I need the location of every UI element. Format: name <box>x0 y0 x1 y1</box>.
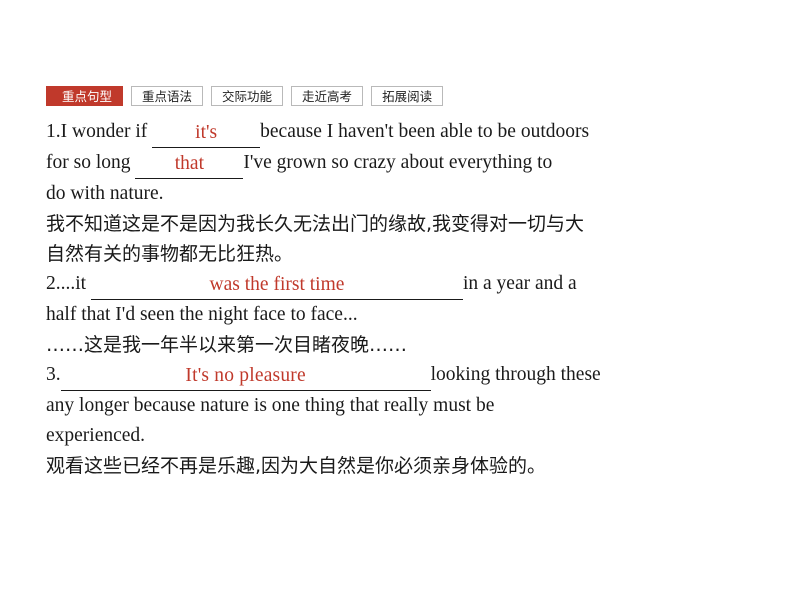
item-1-cn-line-2: 自然有关的事物都无比狂热。 <box>46 243 294 265</box>
item-1-text-pre: 1.I wonder if <box>46 121 153 142</box>
item-1-line-3: do with nature. <box>46 183 164 204</box>
tab-communication[interactable]: 交际功能 <box>211 86 284 106</box>
item-3-blank-1[interactable]: It's no pleasure <box>60 360 431 391</box>
item-2-line-2: half that I'd seen the night face to fac… <box>46 304 358 325</box>
item-1-line2-pre: for so long <box>46 152 136 173</box>
item-2-text-pre: 2....it <box>46 273 91 294</box>
item-1-cn-line-1: 我不知道这是不是因为我长久无法出门的缘故,我变得对一切与大 <box>46 213 585 235</box>
item-1-line2-post: I've grown so crazy about everything to <box>243 152 553 173</box>
item-3-cn-line-1: 观看这些已经不再是乐趣,因为大自然是你必须亲身体验的。 <box>46 455 547 477</box>
item-3-text-post: looking through these <box>430 364 601 385</box>
item-1-text-post: because I haven't been able to be outdoo… <box>260 121 590 142</box>
tab-key-grammar[interactable]: 重点语法 <box>131 86 204 106</box>
item-2-cn-line-1: ……这是我一年半以来第一次目睹夜晚…… <box>46 334 408 356</box>
item-3-line-3: experienced. <box>46 425 146 446</box>
item-1-answer-1: it's <box>195 122 218 143</box>
content-body: 1.I wonder if it's because I haven't been… <box>46 117 752 481</box>
item-3-text-pre: 3. <box>46 364 61 385</box>
tab-gaokao[interactable]: 走近高考 <box>291 86 364 106</box>
item-1-line-1: 1.I wonder if it's because I haven't been… <box>46 117 752 148</box>
item-2-text-post: in a year and a <box>462 273 577 294</box>
item-2-answer-1: was the first time <box>209 274 345 295</box>
item-2-line-1: 2....it was the first time in a year and … <box>46 269 752 300</box>
item-2-blank-1[interactable]: was the first time <box>90 269 463 300</box>
page-root: 重点句型 重点语法 交际功能 走近高考 拓展阅读 1.I wonder if i… <box>0 0 800 600</box>
tab-key-sentences[interactable]: 重点句型 <box>51 86 124 106</box>
item-1-answer-2: that <box>174 153 204 174</box>
item-1-blank-1[interactable]: it's <box>152 117 261 148</box>
item-3-line-1: 3. It's no pleasure looking through these <box>46 360 752 391</box>
tab-bar: 重点句型 重点语法 交际功能 走近高考 拓展阅读 <box>46 86 451 106</box>
item-1-blank-2[interactable]: that <box>135 148 244 179</box>
tab-extended-reading[interactable]: 拓展阅读 <box>371 86 444 106</box>
item-3-line-2: any longer because nature is one thing t… <box>46 395 495 416</box>
item-1-line-2: for so long that I've grown so crazy abou… <box>46 148 752 179</box>
item-3-answer-1: It's no pleasure <box>185 365 306 386</box>
